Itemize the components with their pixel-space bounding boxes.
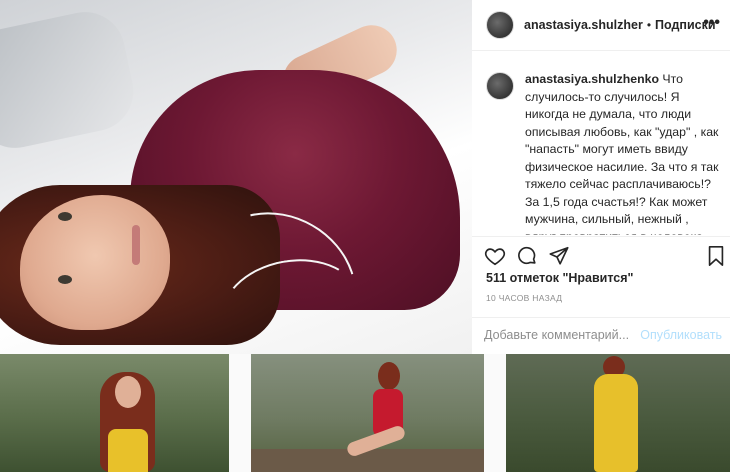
share-icon[interactable]: [548, 245, 570, 272]
thumbnail-figure: [108, 429, 148, 472]
photo-blanket: [0, 4, 141, 156]
header-username[interactable]: anastasiya.shulzher: [524, 18, 643, 32]
caption-text: Что случилось-то случилось! Я никогда не…: [525, 72, 719, 235]
thumbnail-log: [251, 449, 484, 472]
comment-icon[interactable]: [516, 245, 538, 272]
post-photo[interactable]: [0, 0, 472, 354]
photo-mouth: [132, 225, 140, 265]
related-post-thumbnail[interactable]: [0, 354, 229, 472]
post-timestamp[interactable]: 10 ЧАСОВ НАЗАД: [486, 293, 562, 303]
bookmark-icon[interactable]: [706, 245, 726, 272]
likes-count[interactable]: 511 отметок "Нравится": [486, 271, 633, 285]
post-header: anastasiya.shulzher • Подписки •••: [472, 0, 730, 51]
caption-username[interactable]: anastasiya.shulzhenko: [525, 72, 659, 86]
more-options-icon[interactable]: •••: [703, 14, 720, 32]
photo-eye: [58, 212, 72, 221]
post-actions: 511 отметок "Нравится" 10 ЧАСОВ НАЗАД Оп…: [472, 236, 730, 357]
publish-button[interactable]: Опубликовать: [640, 328, 722, 342]
related-post-thumbnail[interactable]: [251, 354, 484, 472]
thumbnail-figure: [378, 362, 400, 390]
comment-input[interactable]: [484, 328, 634, 342]
photo-eye: [58, 275, 72, 284]
thumbnail-figure: [115, 376, 141, 408]
avatar[interactable]: [486, 11, 514, 39]
thumbnail-figure: [594, 374, 638, 472]
post-side-panel: anastasiya.shulzher • Подписки ••• anast…: [472, 0, 730, 354]
header-separator: •: [646, 18, 652, 32]
caption-text-block: anastasiya.shulzhenko Что случилось-то с…: [525, 71, 721, 235]
related-post-thumbnail[interactable]: [506, 354, 730, 472]
heart-icon[interactable]: [484, 245, 506, 272]
avatar[interactable]: [486, 72, 514, 100]
caption-comment: anastasiya.shulzhenko Что случилось-то с…: [472, 50, 730, 235]
add-comment-row: Опубликовать: [472, 317, 730, 356]
